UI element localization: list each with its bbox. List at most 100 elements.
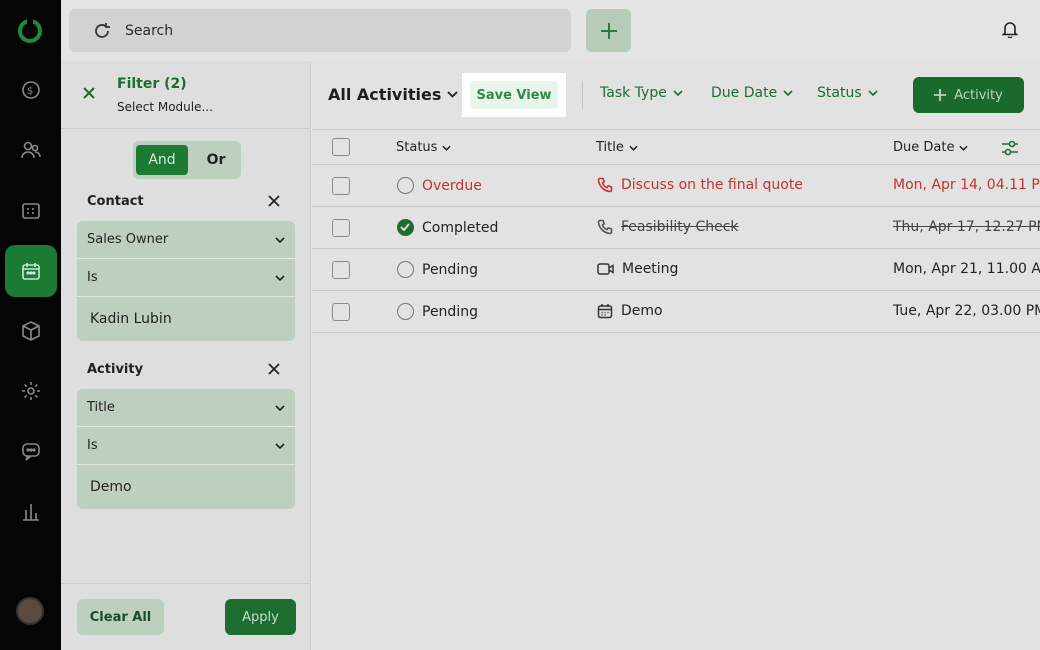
and-or-toggle: And Or bbox=[133, 141, 241, 179]
status-radio[interactable] bbox=[397, 261, 414, 278]
activities-main: All Activities Save View Task Type Due D… bbox=[312, 61, 1040, 650]
due-date-header-label: Due Date bbox=[893, 140, 955, 155]
contacts-nav-icon[interactable] bbox=[5, 124, 57, 176]
top-bar: Search bbox=[61, 0, 1040, 61]
filter-title: Filter (2) bbox=[117, 76, 187, 92]
title-cell[interactable]: Demo bbox=[597, 303, 663, 319]
status-text: Completed bbox=[422, 219, 499, 236]
view-title: All Activities bbox=[328, 85, 442, 104]
row-checkbox[interactable] bbox=[332, 219, 350, 237]
search-label: Search bbox=[125, 22, 174, 39]
table-row[interactable]: Overdue Discuss on the final quote Mon, … bbox=[312, 165, 1040, 207]
activity-value-input[interactable]: Demo bbox=[77, 465, 295, 509]
due-date-cell: Tue, Apr 22, 03.00 PM bbox=[893, 303, 1040, 319]
user-avatar[interactable] bbox=[16, 597, 44, 625]
chevron-down-icon bbox=[275, 274, 285, 281]
apply-button[interactable]: Apply bbox=[225, 599, 296, 635]
status-cell: Overdue bbox=[397, 177, 482, 194]
status-cell: Pending bbox=[397, 303, 478, 320]
due-date-column-header[interactable]: Due Date bbox=[893, 140, 969, 155]
add-activity-button[interactable]: Activity bbox=[913, 77, 1024, 113]
video-icon bbox=[597, 263, 614, 275]
status-label: Status bbox=[817, 85, 862, 101]
table-row[interactable]: Pending Demo Tue, Apr 22, 03.00 PM bbox=[312, 291, 1040, 333]
contact-value-input[interactable]: Kadin Lubin bbox=[77, 297, 295, 341]
due-date-dropdown[interactable]: Due Date bbox=[711, 85, 793, 101]
task-type-dropdown[interactable]: Task Type bbox=[600, 85, 683, 101]
save-view-button[interactable]: Save View bbox=[470, 81, 558, 109]
activity-filter-box: Title Is Demo bbox=[77, 389, 295, 509]
column-settings-icon[interactable] bbox=[1000, 138, 1020, 158]
status-radio[interactable] bbox=[397, 177, 414, 194]
status-text: Pending bbox=[422, 303, 478, 320]
contact-field-value: Sales Owner bbox=[87, 232, 169, 247]
companies-nav-icon[interactable] bbox=[5, 184, 57, 236]
plus-icon bbox=[600, 22, 617, 39]
activity-field-select[interactable]: Title bbox=[77, 389, 295, 427]
table-row[interactable]: Pending Meeting Mon, Apr 21, 11.00 AM bbox=[312, 249, 1040, 291]
activities-nav-icon[interactable] bbox=[5, 245, 57, 297]
deals-nav-icon[interactable]: $ bbox=[5, 64, 57, 116]
filter-panel: Filter (2) Select Module... And Or Conta… bbox=[61, 61, 311, 650]
bell-icon[interactable] bbox=[1002, 20, 1018, 38]
svg-text:$: $ bbox=[27, 86, 33, 97]
remove-contact-group-icon[interactable] bbox=[268, 195, 280, 207]
products-nav-icon[interactable] bbox=[5, 305, 57, 357]
chevron-down-icon bbox=[442, 145, 452, 151]
select-all-checkbox[interactable] bbox=[332, 138, 350, 156]
filter-header: Filter (2) Select Module... bbox=[61, 61, 310, 129]
title-text: Meeting bbox=[622, 261, 679, 277]
due-date-cell: Thu, Apr 17, 12.27 PM bbox=[893, 219, 1040, 235]
and-option[interactable]: And bbox=[136, 145, 188, 175]
contact-operator-select[interactable]: Is bbox=[77, 259, 295, 297]
remove-activity-group-icon[interactable] bbox=[268, 363, 280, 375]
activity-operator-select[interactable]: Is bbox=[77, 427, 295, 465]
close-filter-icon[interactable] bbox=[83, 87, 95, 99]
completed-check-icon[interactable] bbox=[397, 219, 414, 236]
contact-field-select[interactable]: Sales Owner bbox=[77, 221, 295, 259]
due-date-cell: Mon, Apr 21, 11.00 AM bbox=[893, 261, 1040, 277]
contact-group-label: Contact bbox=[87, 194, 144, 209]
reports-nav-icon[interactable] bbox=[5, 485, 57, 537]
select-module-dropdown[interactable]: Select Module... bbox=[117, 100, 213, 114]
or-option[interactable]: Or bbox=[196, 145, 236, 175]
title-cell[interactable]: Discuss on the final quote bbox=[597, 177, 803, 193]
status-column-header[interactable]: Status bbox=[396, 140, 452, 155]
activities-toolbar: All Activities Save View Task Type Due D… bbox=[312, 61, 1040, 129]
quick-add-button[interactable] bbox=[586, 9, 631, 52]
title-text: Feasibility Check bbox=[621, 219, 739, 235]
settings-nav-icon[interactable] bbox=[5, 365, 57, 417]
search-icon bbox=[95, 22, 110, 38]
status-radio[interactable] bbox=[397, 303, 414, 320]
filter-footer: Clear All Apply bbox=[61, 583, 310, 650]
table-row[interactable]: Completed Feasibility Check Thu, Apr 17,… bbox=[312, 207, 1040, 249]
title-cell[interactable]: Meeting bbox=[597, 261, 678, 277]
title-cell[interactable]: Feasibility Check bbox=[597, 219, 739, 235]
calendar-icon bbox=[597, 304, 613, 319]
activity-group-label: Activity bbox=[87, 362, 144, 377]
phone-icon bbox=[597, 177, 613, 193]
chevron-down-icon bbox=[673, 90, 683, 96]
status-dropdown[interactable]: Status bbox=[817, 85, 878, 101]
toolbar-divider bbox=[582, 81, 583, 109]
search-bar[interactable]: Search bbox=[69, 9, 571, 52]
title-column-header[interactable]: Title bbox=[596, 140, 638, 155]
contact-filter-box: Sales Owner Is Kadin Lubin bbox=[77, 221, 295, 341]
chevron-down-icon bbox=[783, 90, 793, 96]
title-text: Discuss on the final quote bbox=[621, 177, 803, 193]
chat-nav-icon[interactable] bbox=[5, 425, 57, 477]
chevron-down-icon bbox=[868, 90, 878, 96]
view-selector[interactable]: All Activities bbox=[328, 85, 458, 104]
add-activity-label: Activity bbox=[954, 87, 1003, 103]
row-checkbox[interactable] bbox=[332, 303, 350, 321]
status-text: Overdue bbox=[422, 177, 482, 194]
contact-operator-value: Is bbox=[87, 270, 98, 285]
row-checkbox[interactable] bbox=[332, 261, 350, 279]
status-text: Pending bbox=[422, 261, 478, 278]
clear-all-button[interactable]: Clear All bbox=[77, 599, 164, 635]
left-nav-rail: $ bbox=[0, 0, 61, 650]
row-checkbox[interactable] bbox=[332, 177, 350, 195]
plus-icon bbox=[934, 89, 947, 101]
app-logo-icon[interactable] bbox=[17, 18, 43, 44]
chevron-down-icon bbox=[275, 404, 285, 411]
